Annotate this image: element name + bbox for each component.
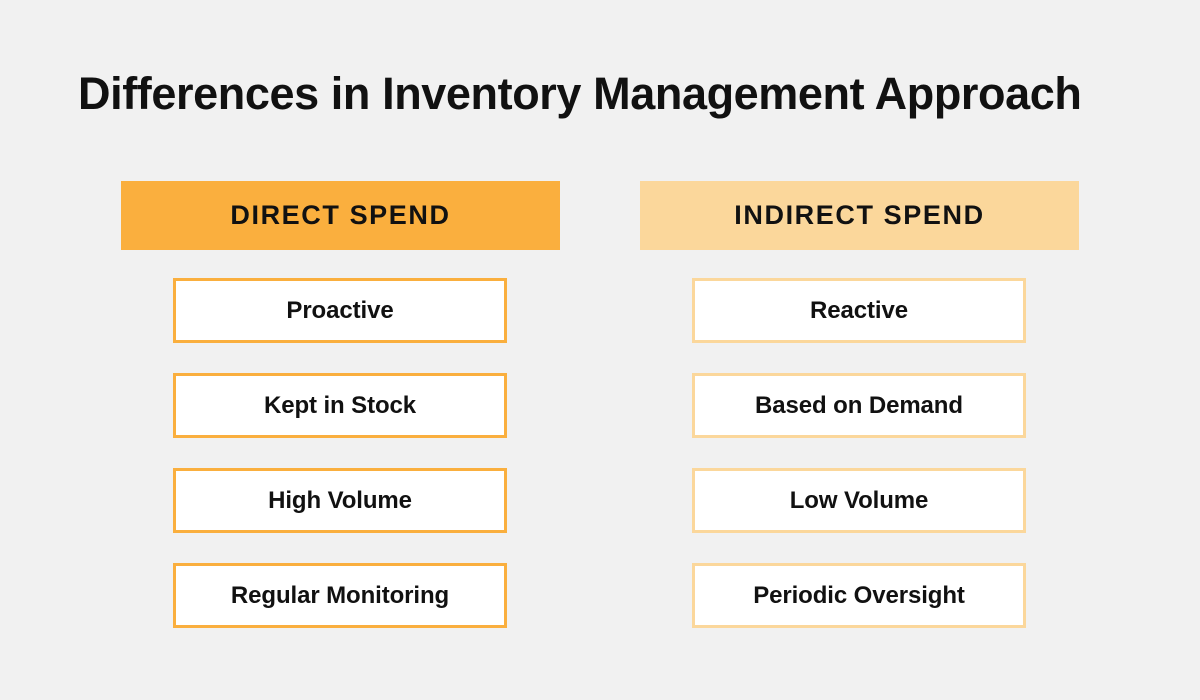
card-label: High Volume: [268, 486, 412, 514]
card-list-direct-spend: Proactive Kept in Stock High Volume Regu…: [173, 278, 507, 628]
card-label: Low Volume: [789, 486, 929, 514]
card-item: Reactive: [692, 278, 1026, 343]
column-header-label: INDIRECT SPEND: [734, 200, 985, 230]
card-item: Regular Monitoring: [173, 563, 507, 628]
card-label: Kept in Stock: [263, 391, 417, 419]
column-direct-spend: DIRECT SPEND Proactive Kept in Stock Hig…: [121, 181, 560, 628]
card-label: Reactive: [810, 296, 908, 324]
card-label: Based on Demand: [755, 391, 963, 419]
card-label: Periodic Oversight: [753, 581, 965, 609]
card-label: Proactive: [286, 296, 394, 324]
card-list-indirect-spend: Reactive Based on Demand Low Volume Peri…: [692, 278, 1026, 628]
column-header-label: DIRECT SPEND: [230, 200, 451, 230]
infographic-canvas: Differences in Inventory Management Appr…: [0, 0, 1200, 700]
card-item: Proactive: [173, 278, 507, 343]
card-item: Low Volume: [692, 468, 1026, 533]
page-title: Differences in Inventory Management Appr…: [78, 68, 1082, 119]
card-label: Regular Monitoring: [230, 581, 450, 609]
card-item: High Volume: [173, 468, 507, 533]
card-item: Based on Demand: [692, 373, 1026, 438]
column-header-indirect-spend: INDIRECT SPEND: [640, 181, 1079, 250]
card-item: Periodic Oversight: [692, 563, 1026, 628]
column-header-direct-spend: DIRECT SPEND: [121, 181, 560, 250]
column-indirect-spend: INDIRECT SPEND Reactive Based on Demand …: [640, 181, 1079, 628]
card-item: Kept in Stock: [173, 373, 507, 438]
